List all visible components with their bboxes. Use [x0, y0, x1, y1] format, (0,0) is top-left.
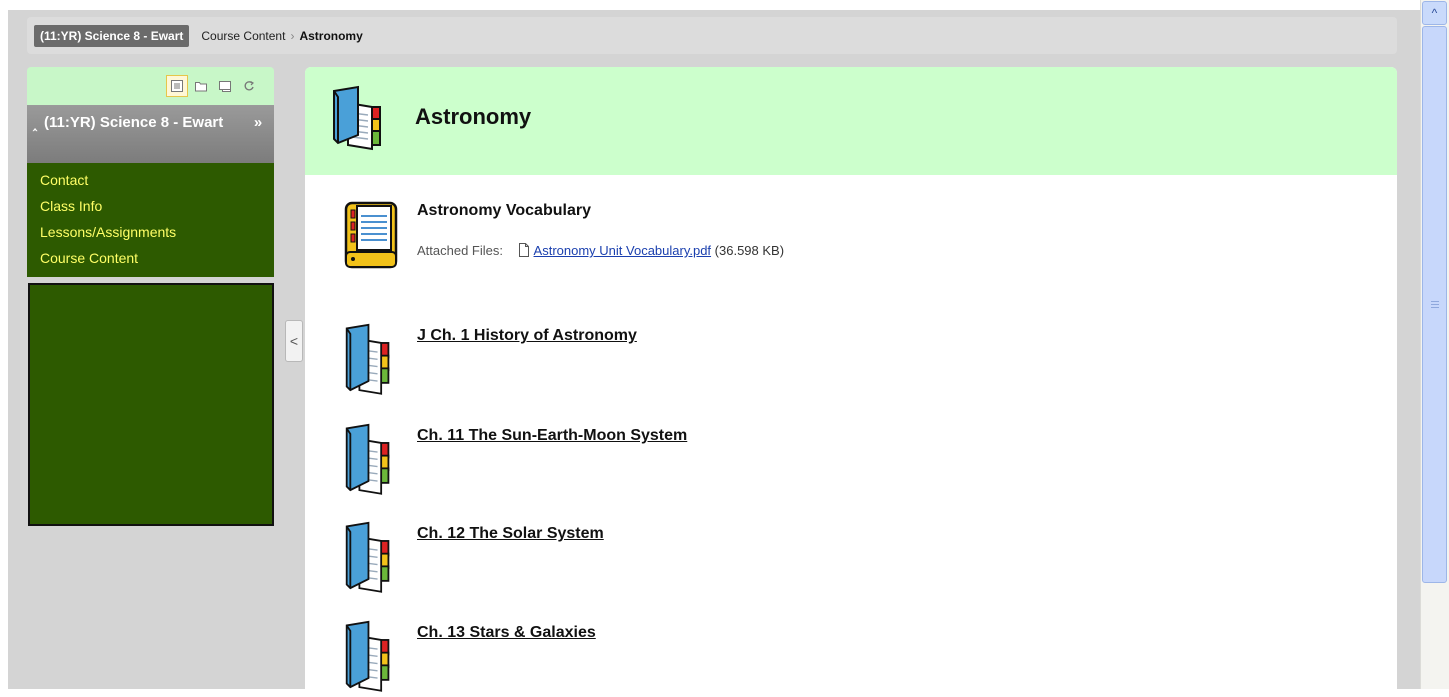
course-menu: Contact Class Info Lessons/Assignments C…	[27, 163, 274, 277]
breadcrumb-course-content[interactable]: Course Content	[201, 29, 285, 43]
attached-file-link[interactable]: Astronomy Unit Vocabulary.pdf	[534, 243, 712, 258]
content-area: Astronomy Astronomy Vocabulary Attached …	[305, 67, 1397, 697]
scroll-grip-icon	[1431, 301, 1439, 309]
collapse-sidebar-button[interactable]: <	[285, 320, 303, 362]
vertical-scrollbar[interactable]: ^	[1420, 0, 1449, 689]
folder-view-icon[interactable]	[190, 75, 212, 97]
content-folder-icon	[333, 85, 381, 151]
scroll-thumb[interactable]	[1422, 26, 1447, 583]
breadcrumb-current: Astronomy	[299, 28, 363, 43]
sidebar-module-box	[28, 283, 274, 526]
breadcrumb-course[interactable]: (11:YR) Science 8 - Ewart	[34, 24, 190, 47]
menu-item-class-info[interactable]: Class Info	[27, 193, 274, 219]
attached-files-label: Attached Files:	[417, 243, 503, 258]
expand-menu-button[interactable]: »	[242, 105, 274, 163]
content-folder-icon	[345, 620, 390, 692]
page-title: Astronomy	[415, 104, 532, 129]
item-title-solar-system[interactable]: Ch. 12 The Solar System	[417, 525, 604, 543]
window-view-icon[interactable]	[214, 75, 236, 97]
attached-file-size: (36.598 KB)	[714, 243, 785, 258]
item-title-sun-earth-moon[interactable]: Ch. 11 The Sun-Earth-Moon System	[417, 427, 687, 445]
course-title: (11:YR) Science 8 - Ewart	[44, 114, 224, 131]
scroll-up-button[interactable]: ^	[1422, 1, 1447, 25]
breadcrumb-separator: ›	[290, 28, 295, 43]
attached-files-row: Attached Files: Astronomy Unit Vocabular…	[417, 242, 784, 258]
course-menu-panel: ‸ (11:YR) Science 8 - Ewart » Contact Cl…	[27, 67, 274, 532]
refresh-icon[interactable]	[238, 75, 260, 97]
course-title-header: ‸ (11:YR) Science 8 - Ewart »	[27, 105, 274, 163]
breadcrumb: (11:YR) Science 8 - Ewart Course Content…	[27, 17, 1397, 54]
menu-item-contact[interactable]: Contact	[27, 167, 274, 193]
menu-item-course-content[interactable]: Course Content	[27, 245, 274, 271]
content-folder-icon	[345, 423, 390, 495]
window-left-edge	[0, 10, 8, 689]
list-view-icon[interactable]	[166, 75, 188, 97]
item-title-history[interactable]: J Ch. 1 History of Astronomy	[417, 327, 637, 345]
content-folder-icon	[345, 521, 390, 593]
top-cutoff-strip	[0, 0, 1420, 10]
content-header: Astronomy	[305, 67, 1397, 175]
collapse-up-icon[interactable]: ‸	[33, 117, 37, 131]
file-icon	[518, 243, 529, 257]
menu-item-lessons-assignments[interactable]: Lessons/Assignments	[27, 219, 274, 245]
item-title-vocabulary: Astronomy Vocabulary	[417, 202, 591, 219]
menu-view-toolbar	[27, 67, 274, 105]
item-title-stars-galaxies[interactable]: Ch. 13 Stars & Galaxies	[417, 624, 596, 642]
content-folder-icon	[345, 323, 390, 395]
document-item-icon	[344, 201, 398, 269]
